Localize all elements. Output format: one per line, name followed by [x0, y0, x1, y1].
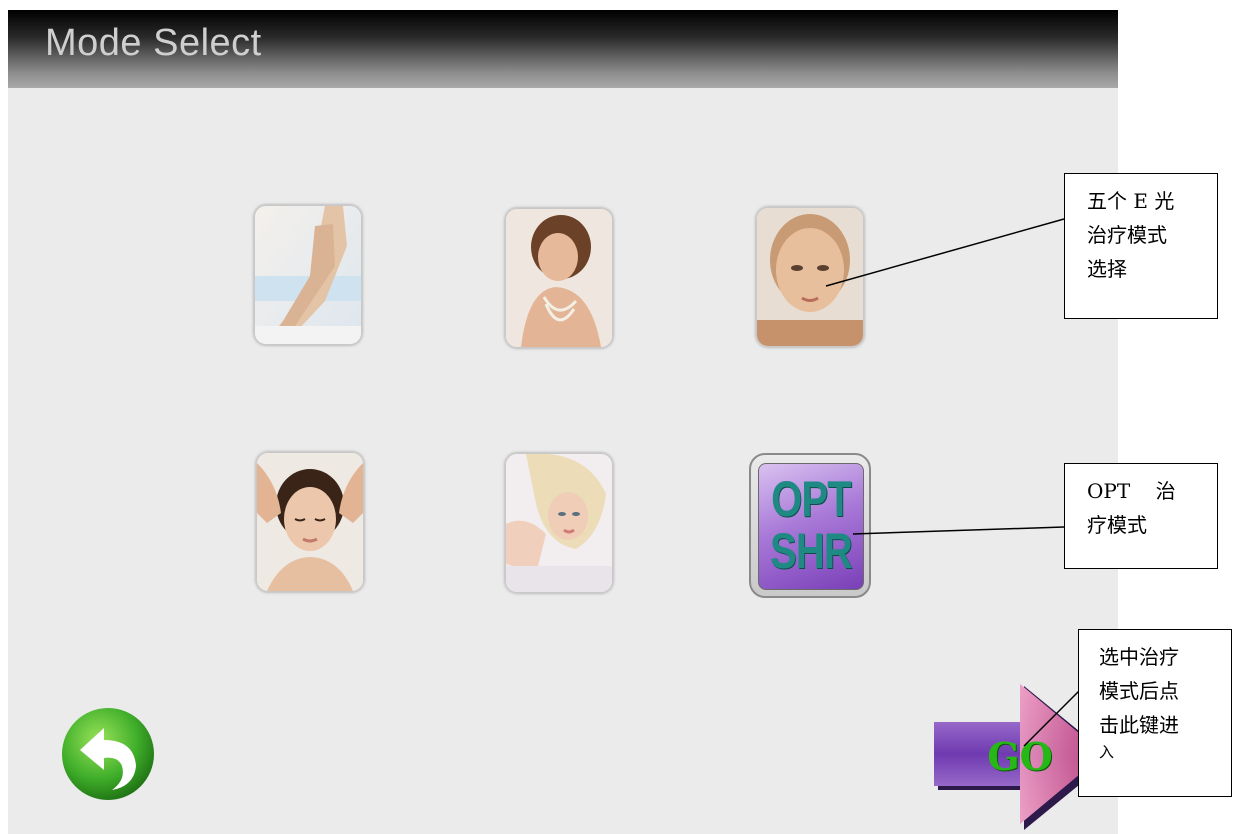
- callout-line: 模式后点: [1099, 679, 1179, 703]
- mode-tile-3[interactable]: [756, 207, 864, 347]
- opt-label: OPT: [771, 471, 852, 527]
- callout-line: 入: [1099, 743, 1115, 761]
- annotation-callout-go: 选中治疗 模式后点 击此键进 入: [1078, 629, 1232, 797]
- app-screen: Mode Select OPT SHR GO: [8, 10, 1118, 834]
- callout-line: OPT 治: [1087, 479, 1176, 503]
- mode-tile-5[interactable]: [505, 453, 613, 593]
- opt-shr-icon: OPT SHR: [758, 463, 864, 590]
- callout-line: 五个 E 光: [1087, 189, 1175, 213]
- mode-tile-2[interactable]: [505, 208, 613, 348]
- back-button[interactable]: [60, 706, 156, 802]
- back-arrow-icon: [62, 708, 154, 800]
- mode-tile-1[interactable]: [254, 205, 362, 345]
- woman-smiling-photo-icon: [506, 209, 612, 347]
- callout-line: 治疗模式: [1087, 223, 1167, 247]
- go-label: GO: [987, 734, 1053, 779]
- head-massage-photo-icon: [257, 453, 363, 591]
- callout-line: 疗模式: [1087, 513, 1147, 537]
- opt-shr-mode-button[interactable]: OPT SHR: [749, 453, 871, 598]
- page-title: Mode Select: [45, 22, 262, 64]
- annotation-callout-modes: 五个 E 光 治疗模式 选择: [1064, 173, 1218, 319]
- annotation-callout-opt: OPT 治 疗模式: [1064, 463, 1218, 569]
- title-bar: Mode Select: [8, 10, 1118, 88]
- face-closeup-photo-icon: [757, 208, 863, 346]
- mode-tile-4[interactable]: [256, 452, 364, 592]
- callout-line: 选中治疗: [1099, 645, 1179, 669]
- blonde-woman-photo-icon: [506, 454, 612, 592]
- callout-line: 选择: [1087, 257, 1127, 281]
- callout-line: 击此键进: [1099, 713, 1179, 737]
- legs-photo-icon: [255, 206, 361, 344]
- shr-label: SHR: [769, 523, 853, 579]
